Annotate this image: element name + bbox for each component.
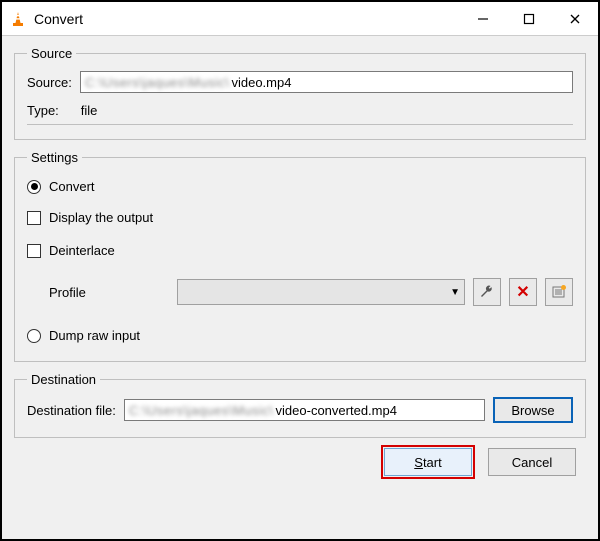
maximize-button[interactable] — [506, 2, 552, 35]
profile-label: Profile — [49, 285, 169, 300]
convert-dialog: Convert Source Source: C:\Users\jaques\M… — [0, 0, 600, 541]
dump-raw-radio-label: Dump raw input — [49, 328, 140, 343]
radio-icon — [27, 329, 41, 343]
type-value: file — [81, 103, 98, 118]
wrench-icon — [479, 284, 495, 300]
destination-path-prefix: C:\Users\jaques\Music\ — [129, 403, 274, 418]
source-group: Source Source: C:\Users\jaques\Music\ vi… — [14, 46, 586, 140]
source-path-filename: video.mp4 — [231, 75, 291, 90]
browse-button-label: Browse — [511, 403, 554, 418]
x-icon: ✕ — [516, 282, 529, 302]
profile-combobox[interactable]: ▼ — [177, 279, 465, 305]
chevron-down-icon: ▼ — [450, 287, 460, 298]
destination-group: Destination Destination file: C:\Users\j… — [14, 372, 586, 438]
display-output-label: Display the output — [49, 210, 153, 225]
checkbox-icon — [27, 211, 41, 225]
destination-legend: Destination — [27, 372, 100, 387]
destination-file-input[interactable]: C:\Users\jaques\Music\ video-converted.m… — [124, 399, 485, 421]
destination-path-filename: video-converted.mp4 — [276, 403, 397, 418]
window-title: Convert — [34, 11, 460, 27]
cancel-button-label: Cancel — [512, 455, 552, 470]
settings-legend: Settings — [27, 150, 82, 165]
delete-profile-button[interactable]: ✕ — [509, 278, 537, 306]
source-path-input[interactable]: C:\Users\jaques\Music\ video.mp4 — [80, 71, 573, 93]
new-profile-button[interactable] — [545, 278, 573, 306]
destination-file-label: Destination file: — [27, 403, 116, 418]
dialog-footer: Start Cancel — [14, 448, 586, 476]
convert-radio-row[interactable]: Convert — [27, 179, 573, 194]
vlc-cone-icon — [10, 11, 26, 27]
display-output-checkbox[interactable]: Display the output — [27, 210, 573, 225]
close-button[interactable] — [552, 2, 598, 35]
cancel-button[interactable]: Cancel — [488, 448, 576, 476]
deinterlace-checkbox[interactable]: Deinterlace — [27, 243, 573, 258]
window-controls — [460, 2, 598, 35]
minimize-button[interactable] — [460, 2, 506, 35]
dump-raw-radio-row[interactable]: Dump raw input — [27, 328, 573, 343]
start-button[interactable]: Start — [384, 448, 472, 476]
browse-button[interactable]: Browse — [493, 397, 573, 423]
convert-radio-label: Convert — [49, 179, 95, 194]
radio-icon — [27, 180, 41, 194]
start-button-label: Start — [414, 455, 441, 470]
source-path-prefix: C:\Users\jaques\Music\ — [85, 75, 230, 90]
edit-profile-button[interactable] — [473, 278, 501, 306]
deinterlace-label: Deinterlace — [49, 243, 115, 258]
settings-group: Settings Convert Display the output Dein… — [14, 150, 586, 362]
titlebar: Convert — [2, 2, 598, 36]
source-legend: Source — [27, 46, 76, 61]
source-label: Source: — [27, 75, 72, 90]
type-label: Type: — [27, 103, 59, 118]
new-profile-icon — [551, 284, 567, 300]
checkbox-icon — [27, 244, 41, 258]
